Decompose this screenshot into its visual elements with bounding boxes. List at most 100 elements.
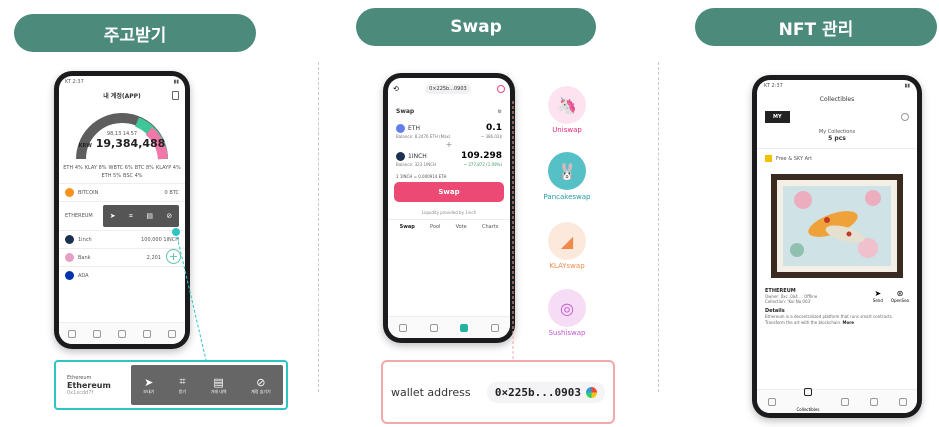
nav-wallet[interactable] — [767, 397, 776, 406]
asset-row-ethereum[interactable]: ETHEREUM ➤ ⌗ ▤ ⊘ — [59, 201, 185, 230]
nav-swap[interactable] — [840, 397, 849, 406]
nav-browser[interactable] — [869, 397, 878, 406]
to-value: ~ 277.872 (1.09%) — [463, 162, 502, 167]
section-title-swap: Swap — [356, 8, 596, 46]
tab-vote[interactable]: Vote — [456, 224, 467, 230]
tab-charts[interactable]: Charts — [482, 224, 498, 230]
back-icon[interactable]: ⟲ — [393, 85, 399, 93]
asset-row-bitcoin[interactable]: BITCOIN 0 BTC — [59, 183, 185, 201]
from-token: ETH — [408, 124, 420, 132]
wallet-phone: KT 2:37 ▮▮ 내 계정(APP) 98,13 14.57 KRW 19,… — [54, 71, 190, 349]
from-balance: Balance: 8.2476 ETH (Max) — [396, 134, 451, 139]
unicorn-icon: 🦄 — [557, 95, 577, 115]
asset-row-ada[interactable]: ADA — [59, 266, 185, 284]
history-icon[interactable]: ▤ — [146, 212, 153, 220]
opensea-button[interactable]: ⊛ OpenSea — [891, 289, 909, 303]
send-icon[interactable]: ➤ — [110, 212, 116, 220]
collection-name: Free & SKY Art — [776, 155, 813, 162]
bottom-nav: Collectibles — [757, 388, 917, 413]
nft-collection: Collection: 'Koi No.003' — [765, 299, 812, 304]
separator-left — [318, 62, 319, 392]
callout-history-button[interactable]: ▤ 거래 내역 — [211, 376, 227, 395]
1inch-icon — [65, 235, 74, 244]
settings-icon — [898, 397, 907, 406]
legend-item: KLAY 8% — [84, 165, 107, 171]
bitcoin-icon — [65, 188, 74, 197]
tab-swap[interactable]: Swap — [400, 224, 415, 230]
koi-painting — [783, 186, 891, 266]
nav-collectibles[interactable]: Collectibles — [797, 388, 820, 413]
hide-icon[interactable]: ⊘ — [166, 212, 172, 220]
tab-my[interactable]: MY — [765, 111, 790, 123]
legend-item: KLAYP 4% — [155, 165, 181, 171]
status-bar: KT 2:37 ▮▮ — [757, 80, 917, 92]
klayswap-logo[interactable]: ◢ — [548, 222, 586, 260]
uniswap-label: Uniswap — [552, 126, 582, 134]
opensea-label: OpenSea — [890, 298, 909, 303]
address-chip[interactable]: 0×225b...0903 — [425, 84, 471, 94]
wallet-address-chip[interactable]: 0×225b...0903 — [486, 381, 605, 403]
legend-item: ETH 4% — [63, 165, 83, 171]
swap-header: ⟲ 0×225b...0903 — [388, 78, 510, 100]
callout-action-label: 보내기 — [143, 388, 155, 394]
swap-tabs: Swap Pool Vote Charts — [388, 219, 510, 234]
nav-wallet-icon[interactable] — [67, 329, 76, 338]
callout-send-button[interactable]: ➤ 보내기 — [143, 376, 154, 395]
settings-icon[interactable] — [901, 113, 909, 121]
send-icon: ➤ — [144, 375, 154, 389]
nav-settings[interactable] — [898, 397, 907, 406]
swap-button[interactable]: Swap — [394, 182, 504, 202]
exchange-rate: 1 1INCH = 0.000914 ETH — [396, 174, 447, 179]
address-marker-icon — [497, 85, 505, 93]
callout-action-label: 거래 내역 — [210, 388, 227, 394]
asset-name: BITCOIN — [78, 189, 99, 196]
more-link[interactable]: More — [843, 320, 854, 325]
nav-collectibles-icon[interactable] — [429, 323, 438, 332]
details-body: Ethereum is a decentralized platform tha… — [765, 314, 894, 325]
receive-icon[interactable]: ⌗ — [129, 212, 133, 221]
from-token-row[interactable]: ETH 0.1 — [388, 117, 510, 133]
settings-icon[interactable]: ⚙ — [498, 109, 502, 115]
account-callout: Ethereum Ethereum 0x1xcdd7f ➤ 보내기 ⌗ 받기 ▤… — [54, 360, 288, 410]
account-header[interactable]: 내 계정(APP) — [103, 91, 141, 100]
tab-pool[interactable]: Pool — [430, 224, 440, 230]
callout-actions: ➤ 보내기 ⌗ 받기 ▤ 거래 내역 ⊘ 계정 숨기기 — [131, 365, 283, 405]
browser-icon — [869, 397, 878, 406]
details-text: Ethereum is a decentralized platform tha… — [765, 314, 909, 326]
send-icon: ➤ — [874, 289, 882, 298]
copy-icon[interactable] — [172, 91, 179, 100]
nav-collectibles-icon[interactable] — [92, 329, 101, 338]
asset-value: 100,000 1INCH — [141, 236, 179, 243]
nav-wallet-icon[interactable] — [399, 323, 408, 332]
klayswap-icon: ◢ — [560, 231, 574, 251]
sushiswap-logo[interactable]: ◎ — [548, 289, 586, 327]
bunny-icon: 🐰 — [557, 161, 577, 181]
uniswap-logo[interactable]: 🦄 — [548, 86, 586, 124]
liquidity-note: Liquidity provided by 1inch — [421, 210, 477, 215]
to-amount[interactable]: 109.298 — [461, 151, 502, 161]
collection-row[interactable]: Free & SKY Art — [757, 148, 917, 168]
to-balance: Balance: 323 1INCH — [396, 162, 436, 167]
from-amount[interactable]: 0.1 — [486, 123, 502, 133]
swap-direction-icon[interactable]: + — [388, 140, 510, 149]
nav-browser-icon[interactable] — [143, 329, 152, 338]
asset-row-bank[interactable]: Bank 2,201 + — [59, 248, 185, 266]
add-button[interactable]: + — [166, 249, 181, 264]
nav-settings-icon[interactable] — [168, 329, 177, 338]
bank-icon — [65, 253, 74, 262]
callout-hide-button[interactable]: ⊘ 계정 숨기기 — [251, 376, 271, 395]
nft-artwork-frame[interactable] — [771, 174, 903, 278]
nav-settings-icon[interactable] — [490, 323, 499, 332]
nav-swap-icon[interactable] — [460, 323, 469, 332]
legend: ETH 4% KLAY 8% WBTC 6% BTC 8% KLAYP 4% E… — [59, 165, 185, 179]
send-button[interactable]: ➤ Send — [873, 289, 883, 303]
nav-swap-icon[interactable] — [117, 329, 126, 338]
pancakeswap-logo[interactable]: 🐰 — [548, 152, 586, 190]
pancakeswap-label: Pancakeswap — [543, 193, 591, 201]
identicon-icon — [586, 386, 597, 398]
legend-item: ETH 5% — [101, 173, 121, 179]
to-token-row[interactable]: 1INCH 109.298 — [388, 149, 510, 161]
callout-receive-button[interactable]: ⌗ 받기 — [179, 375, 186, 395]
asset-row-1inch[interactable]: 1inch 100,000 1INCH — [59, 230, 185, 248]
history-icon: ▤ — [213, 375, 224, 389]
